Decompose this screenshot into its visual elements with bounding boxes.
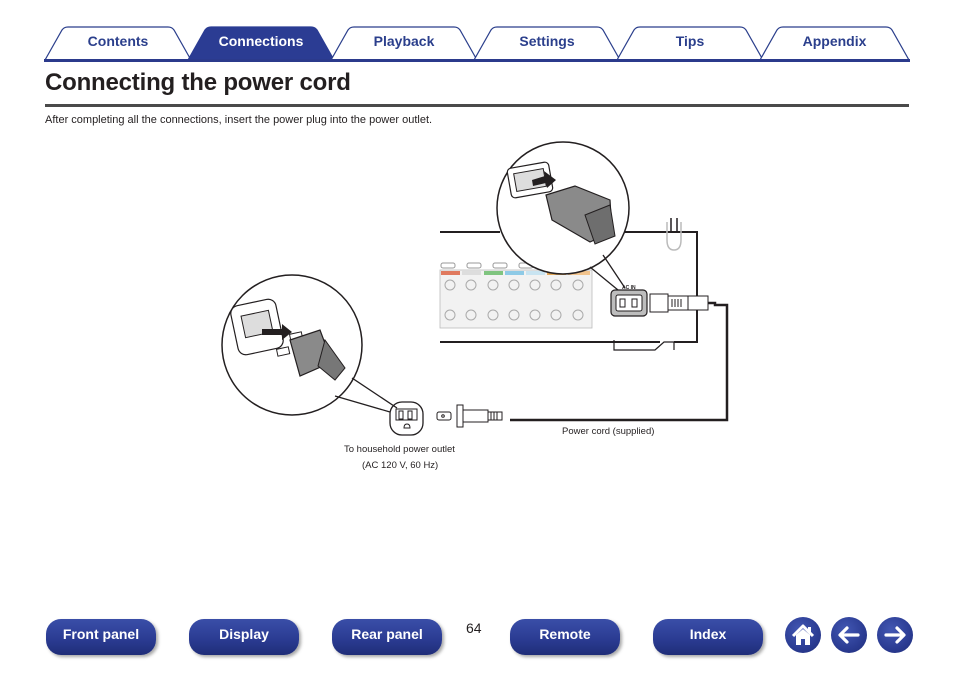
- tab-label: Appendix: [802, 33, 867, 49]
- hdmi-inputs: [440, 262, 534, 269]
- tab-contents[interactable]: Contents: [44, 26, 192, 60]
- ac-in-socket: [610, 289, 648, 317]
- tab-appendix[interactable]: Appendix: [759, 26, 910, 60]
- outlet-label-line2: (AC 120 V, 60 Hz): [362, 460, 439, 471]
- remote-button[interactable]: Remote: [510, 619, 620, 655]
- cord-label: Power cord (supplied): [562, 426, 655, 437]
- intro-text: After completing all the connections, in…: [45, 114, 433, 126]
- display-button[interactable]: Display: [189, 619, 299, 655]
- rear-panel-button[interactable]: Rear panel: [332, 619, 442, 655]
- forward-button[interactable]: [877, 617, 913, 653]
- ac-in-label: AC IN: [622, 285, 636, 291]
- home-icon: [791, 624, 815, 645]
- tab-playback[interactable]: Playback: [330, 26, 478, 60]
- tab-label: Settings: [519, 33, 575, 49]
- arrow-left-icon: [838, 626, 860, 644]
- receiver-rear-panel: [440, 231, 698, 351]
- front-panel-button[interactable]: Front panel: [46, 619, 156, 655]
- magnified-ac-inlet: [496, 141, 630, 291]
- nema-plug: [436, 404, 503, 428]
- wall-outlet: [389, 401, 424, 436]
- index-button[interactable]: Index: [653, 619, 763, 655]
- magnified-wall-plug: [221, 274, 398, 416]
- title-divider: [45, 104, 909, 107]
- tab-label: Contents: [87, 33, 149, 49]
- power-cord: [510, 301, 729, 422]
- hook-icon: [666, 218, 682, 251]
- tab-settings[interactable]: Settings: [473, 26, 621, 60]
- back-button[interactable]: [831, 617, 867, 653]
- tab-label: Connections: [218, 33, 304, 49]
- power-cord-illustration: AC IN: [221, 141, 729, 436]
- tab-label: Tips: [675, 33, 705, 49]
- iec-plug: [649, 293, 709, 313]
- outlet-label-line1: To household power outlet: [344, 444, 455, 455]
- tab-tips[interactable]: Tips: [616, 26, 764, 60]
- tab-connections[interactable]: Connections: [187, 26, 335, 60]
- chapter-tabs: Contents Connections Playback Settings T…: [44, 26, 910, 62]
- arrow-right-icon: [884, 626, 906, 644]
- home-button[interactable]: [785, 617, 821, 653]
- page-number: 64: [466, 620, 482, 636]
- tab-label: Playback: [373, 33, 435, 49]
- page-title: Connecting the power cord: [45, 69, 351, 96]
- tab-divider: [44, 59, 910, 62]
- speaker-terminals: [439, 269, 593, 329]
